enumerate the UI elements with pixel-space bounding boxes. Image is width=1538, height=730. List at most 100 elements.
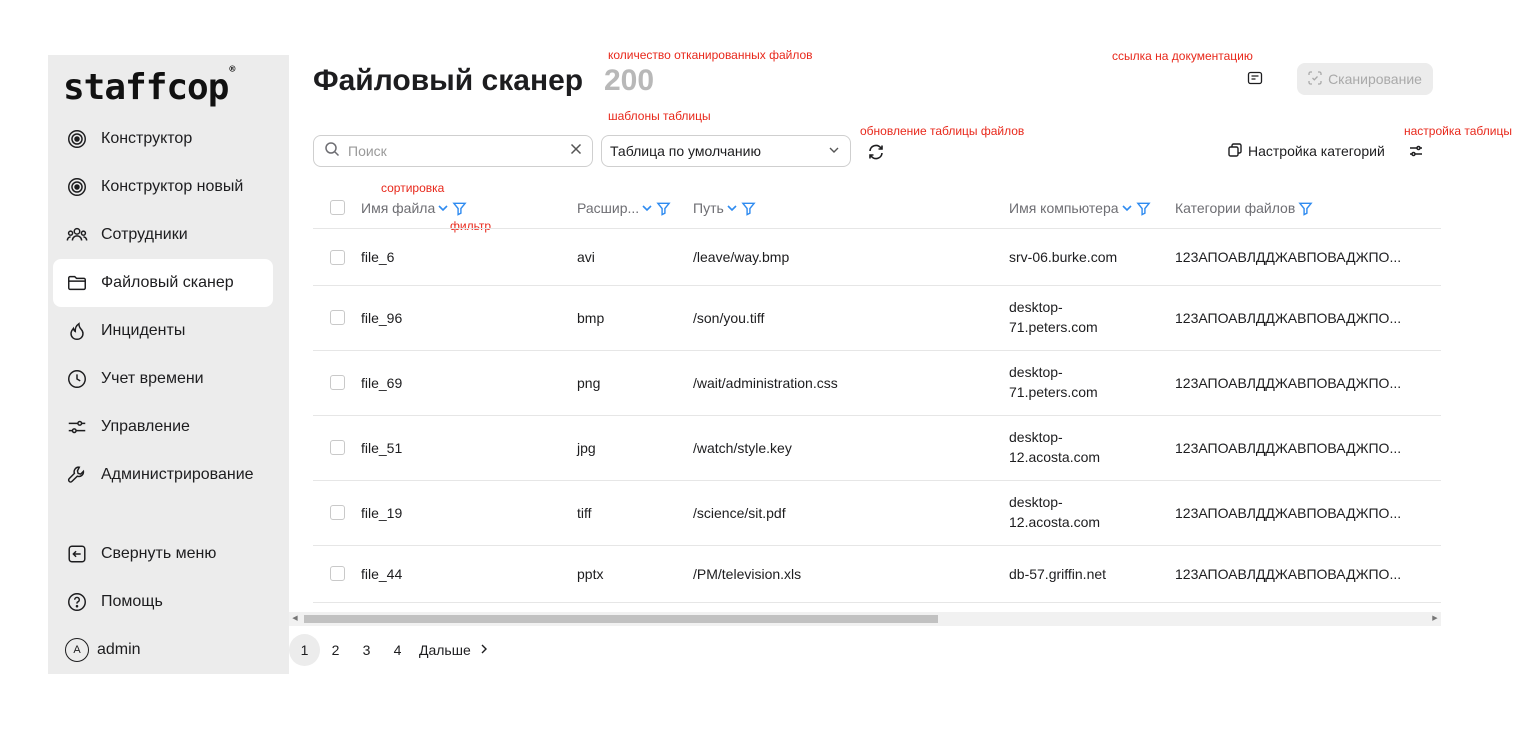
page-1-button[interactable]: 1 [289,634,320,666]
scan-button[interactable]: Сканирование [1297,63,1433,95]
sort-chevron-icon[interactable] [641,202,653,214]
app-window: staffcop® Конструктор Конструктор новый … [0,0,1538,730]
filter-icon[interactable] [741,201,756,216]
cell-computer: desktop- [1009,494,1063,510]
sidebar-item-label: Конструктор новый [101,178,244,195]
annotation-count: количество отканированных файлов [608,48,813,62]
cell-categories: 123АПОАВЛДДЖАВПОВАДЖПО... [1175,249,1402,265]
sidebar-item-label: Помощь [101,593,163,610]
column-header-categories[interactable]: Категории файлов [1175,200,1313,216]
table-template-select[interactable]: Таблица по умолчанию [601,135,851,167]
cell-computer: desktop- [1009,299,1063,315]
files-table: Имя файла Расшир... Путь Имя компьютера [313,187,1441,603]
chevron-right-icon [479,642,489,658]
table-header: Имя файла Расшир... Путь Имя компьютера [313,187,1441,229]
cell-file-name: file_69 [361,375,403,391]
collapse-menu-button[interactable]: Свернуть меню [53,530,273,578]
wrench-icon [65,463,89,487]
page-4-button[interactable]: 4 [382,634,413,666]
staffcop-logo[interactable]: staffcop® [63,64,235,108]
clear-icon[interactable] [570,142,582,160]
sort-chevron-icon[interactable] [1121,202,1133,214]
cell-computer-cont: 71.peters.com [1009,319,1098,335]
documentation-link[interactable] [1244,70,1266,90]
cell-file-name: file_6 [361,249,395,265]
scroll-right-arrow[interactable]: ▶ [1431,615,1439,623]
next-page-button[interactable]: Дальше [419,642,489,658]
search-box[interactable] [313,135,593,167]
filter-icon[interactable] [1298,201,1313,216]
cell-categories: 123АПОАВЛДДЖАВПОВАДЖПО... [1175,375,1402,391]
cell-categories: 123АПОАВЛДДЖАВПОВАДЖПО... [1175,505,1402,521]
table-row[interactable]: file_96 bmp /son/you.tiff desktop- 71.pe… [313,286,1441,351]
search-input[interactable] [348,143,570,159]
next-page-label: Дальше [419,642,471,658]
row-checkbox[interactable] [330,250,345,265]
cell-extension: tiff [577,505,592,521]
row-checkbox[interactable] [330,566,345,581]
scroll-left-arrow[interactable]: ◀ [291,615,299,623]
user-menu[interactable]: A admin [53,626,273,674]
sort-chevron-icon[interactable] [726,202,738,214]
table-settings-button[interactable] [1406,141,1426,161]
settings-icon [1406,145,1426,165]
cell-categories: 123АПОАВЛДДЖАВПОВАДЖПО... [1175,440,1402,456]
cell-extension: png [577,375,601,391]
sidebar-item-label: Сотрудники [101,226,188,243]
page-3-button[interactable]: 3 [351,634,382,666]
sidebar-item-time-tracking[interactable]: Учет времени [53,355,273,403]
cell-path: /leave/way.bmp [693,249,790,265]
sliders-icon [65,415,89,439]
column-header-path[interactable]: Путь [693,200,756,216]
annotation-table-settings: настройка таблицы [1404,124,1512,138]
column-header-computer[interactable]: Имя компьютера [1009,200,1151,216]
categories-icon [1228,142,1242,160]
sidebar-item-label: Администрирование [101,466,254,483]
sidebar-item-file-scanner[interactable]: Файловый сканер [53,259,273,307]
cell-path: /science/sit.pdf [693,505,786,521]
refresh-icon [866,144,886,166]
table-row[interactable]: file_51 jpg /watch/style.key desktop- 12… [313,416,1441,481]
row-checkbox[interactable] [330,375,345,390]
cell-computer: desktop- [1009,429,1063,445]
row-checkbox[interactable] [330,440,345,455]
horizontal-scrollbar[interactable]: ◀ ▶ [289,612,1441,626]
cell-computer-cont: 71.peters.com [1009,384,1098,400]
sidebar-item-constructor[interactable]: Конструктор [53,115,273,163]
book-icon [1247,71,1263,90]
select-all-checkbox[interactable] [330,200,345,215]
annotation-docs: ссылка на документацию [1112,49,1253,63]
cell-file-name: file_44 [361,566,403,582]
help-button[interactable]: Помощь [53,578,273,626]
table-row[interactable]: file_44 pptx /PM/television.xls db-57.gr… [313,546,1441,603]
category-settings-button[interactable]: Настройка категорий [1228,140,1385,162]
help-icon [65,590,89,614]
cell-file-name: file_19 [361,505,403,521]
filter-icon[interactable] [452,201,467,216]
table-row[interactable]: file_69 png /wait/administration.css des… [313,351,1441,416]
cell-file-name: file_96 [361,310,403,326]
filter-icon[interactable] [1135,201,1151,216]
page-2-button[interactable]: 2 [320,634,351,666]
row-checkbox[interactable] [330,310,345,325]
sidebar-item-administration[interactable]: Администрирование [53,451,273,499]
sidebar-item-employees[interactable]: Сотрудники [53,211,273,259]
cell-extension: avi [577,249,595,265]
column-header-name[interactable]: Имя файла [361,200,467,216]
table-row[interactable]: file_19 tiff /science/sit.pdf desktop- 1… [313,481,1441,546]
chevron-down-icon [828,143,840,159]
sidebar-item-constructor-new[interactable]: Конструктор новый [53,163,273,211]
scroll-thumb[interactable] [304,615,938,623]
sidebar-item-incidents[interactable]: Инциденты [53,307,273,355]
table-row[interactable]: file_6 avi /leave/way.bmp srv-06.burke.c… [313,229,1441,286]
cell-categories: 123АПОАВЛДДЖАВПОВАДЖПО... [1175,310,1402,326]
cell-computer: desktop- [1009,364,1063,380]
sidebar-item-management[interactable]: Управление [53,403,273,451]
filter-icon[interactable] [656,201,671,216]
row-checkbox[interactable] [330,505,345,520]
sort-chevron-icon[interactable] [437,202,449,214]
refresh-table-button[interactable] [866,142,886,162]
cell-computer-cont: 12.acosta.com [1009,449,1101,465]
column-header-extension[interactable]: Расшир... [577,200,671,216]
category-settings-label: Настройка категорий [1248,143,1385,159]
